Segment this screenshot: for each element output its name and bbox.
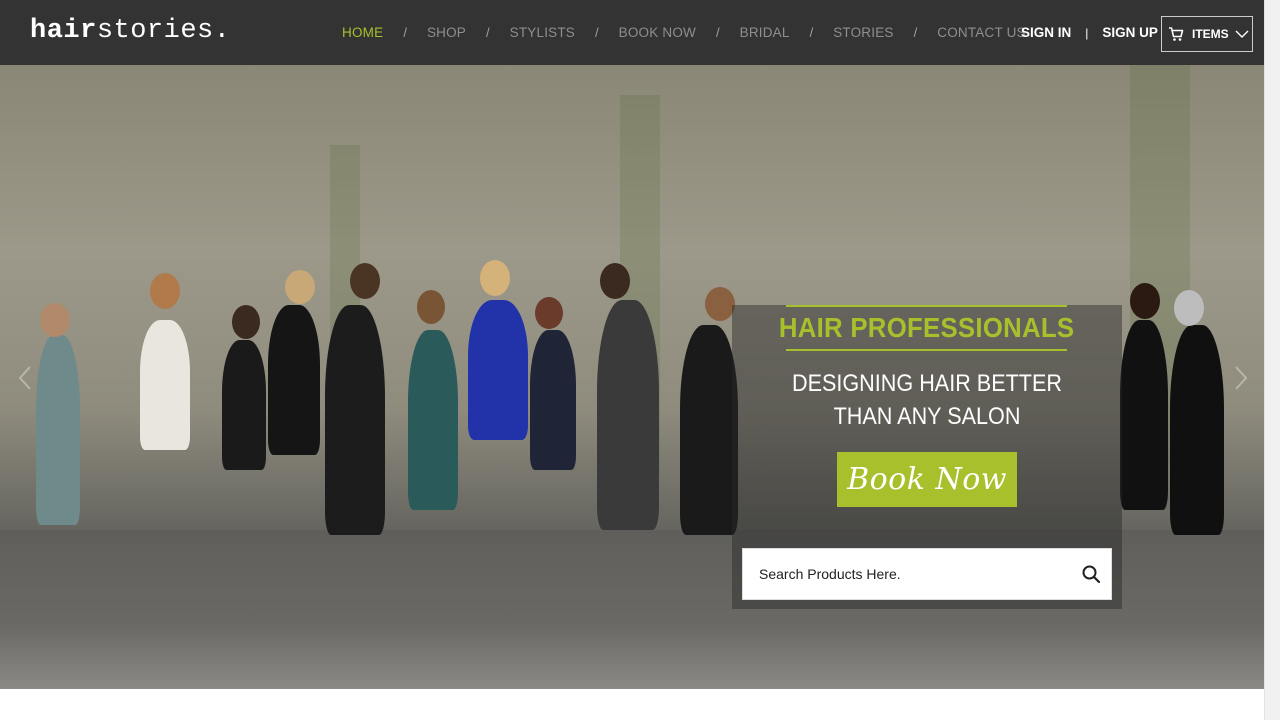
person-head [232,305,260,339]
nav-item-stylists: STYLISTS / [510,25,619,40]
person-head [40,303,70,337]
person-figure [468,300,528,440]
person-head [1130,283,1160,319]
site-header: hairstories. HOME / SHOP / STYLISTS / BO… [0,0,1264,65]
person-head [285,270,315,304]
nav-item-bridal: BRIDAL / [740,25,834,40]
auth-links: SIGN IN | SIGN UP [1021,0,1158,65]
logo-light-text: stories. [96,16,231,46]
nav-separator: / [403,25,407,40]
search-icon[interactable] [1081,564,1101,584]
search-input[interactable] [743,549,1073,599]
person-head [417,290,445,324]
person-figure [408,330,458,510]
page: hairstories. HOME / SHOP / STYLISTS / BO… [0,0,1280,720]
nav-link-home[interactable]: HOME [342,25,383,40]
book-now-label: Book Now [847,462,1007,497]
nav-separator: / [913,25,918,40]
person-figure [680,325,738,535]
person-head [350,263,380,299]
nav-link-bridal[interactable]: BRIDAL [740,25,790,40]
hero-subheadline-line-1: DESIGNING HAIR BETTER [791,370,1063,397]
person-figure [325,305,385,535]
person-figure [530,330,576,470]
nav-item-stories: STORIES / [833,25,937,40]
logo-bold-text: hair [30,16,97,46]
nav-item-home: HOME / [342,25,427,40]
person-figure [36,335,80,525]
book-now-button[interactable]: Book Now [837,452,1017,507]
person-head [480,260,510,296]
main-nav: HOME / SHOP / STYLISTS / BOOK NOW / BRID… [342,0,1026,65]
nav-separator: / [809,25,814,40]
sign-up-link[interactable]: SIGN UP [1102,25,1158,40]
nav-item-shop: SHOP / [427,25,510,40]
slider-next-arrow[interactable] [1234,365,1248,391]
hero-subheadline-line-2: THAN ANY SALON [833,403,1021,430]
person-figure [1170,325,1224,535]
hero-banner: HAIR PROFESSIONALS DESIGNING HAIR BETTER… [0,65,1264,689]
nav-item-contact-us: CONTACT US [937,25,1026,40]
cart-button[interactable]: ITEMS [1161,16,1253,52]
slider-prev-arrow[interactable] [18,365,32,391]
person-head [600,263,630,299]
nav-separator: / [715,25,720,40]
person-figure [222,340,266,470]
cart-icon [1168,26,1184,42]
person-figure [140,320,190,450]
person-head [1174,290,1204,326]
person-figure [268,305,320,455]
chevron-down-icon [1235,29,1249,39]
cart-label: ITEMS [1192,27,1229,41]
nav-separator: / [486,25,490,40]
sign-in-link[interactable]: SIGN IN [1021,25,1071,40]
nav-link-shop[interactable]: SHOP [427,25,466,40]
nav-item-book-now: BOOK NOW / [619,25,740,40]
nav-link-stylists[interactable]: STYLISTS [510,25,575,40]
product-search [742,548,1112,600]
site-logo[interactable]: hairstories. [30,14,230,48]
person-head [535,297,563,329]
nav-link-contact-us[interactable]: CONTACT US [937,25,1026,40]
person-head [705,287,735,321]
person-head [150,273,180,309]
page-scrollbar[interactable] [1264,0,1280,720]
nav-link-stories[interactable]: STORIES [833,25,893,40]
hero-headline-text: HAIR PROFESSIONALS [778,312,1075,343]
nav-separator: / [595,25,599,40]
hero-headline: HAIR PROFESSIONALS [779,305,1074,351]
hero-subheadline: DESIGNING HAIR BETTER THAN ANY SALON [752,367,1103,433]
nav-link-book-now[interactable]: BOOK NOW [619,25,696,40]
auth-divider: | [1085,25,1089,40]
person-figure [597,300,659,530]
person-figure [1120,320,1168,510]
